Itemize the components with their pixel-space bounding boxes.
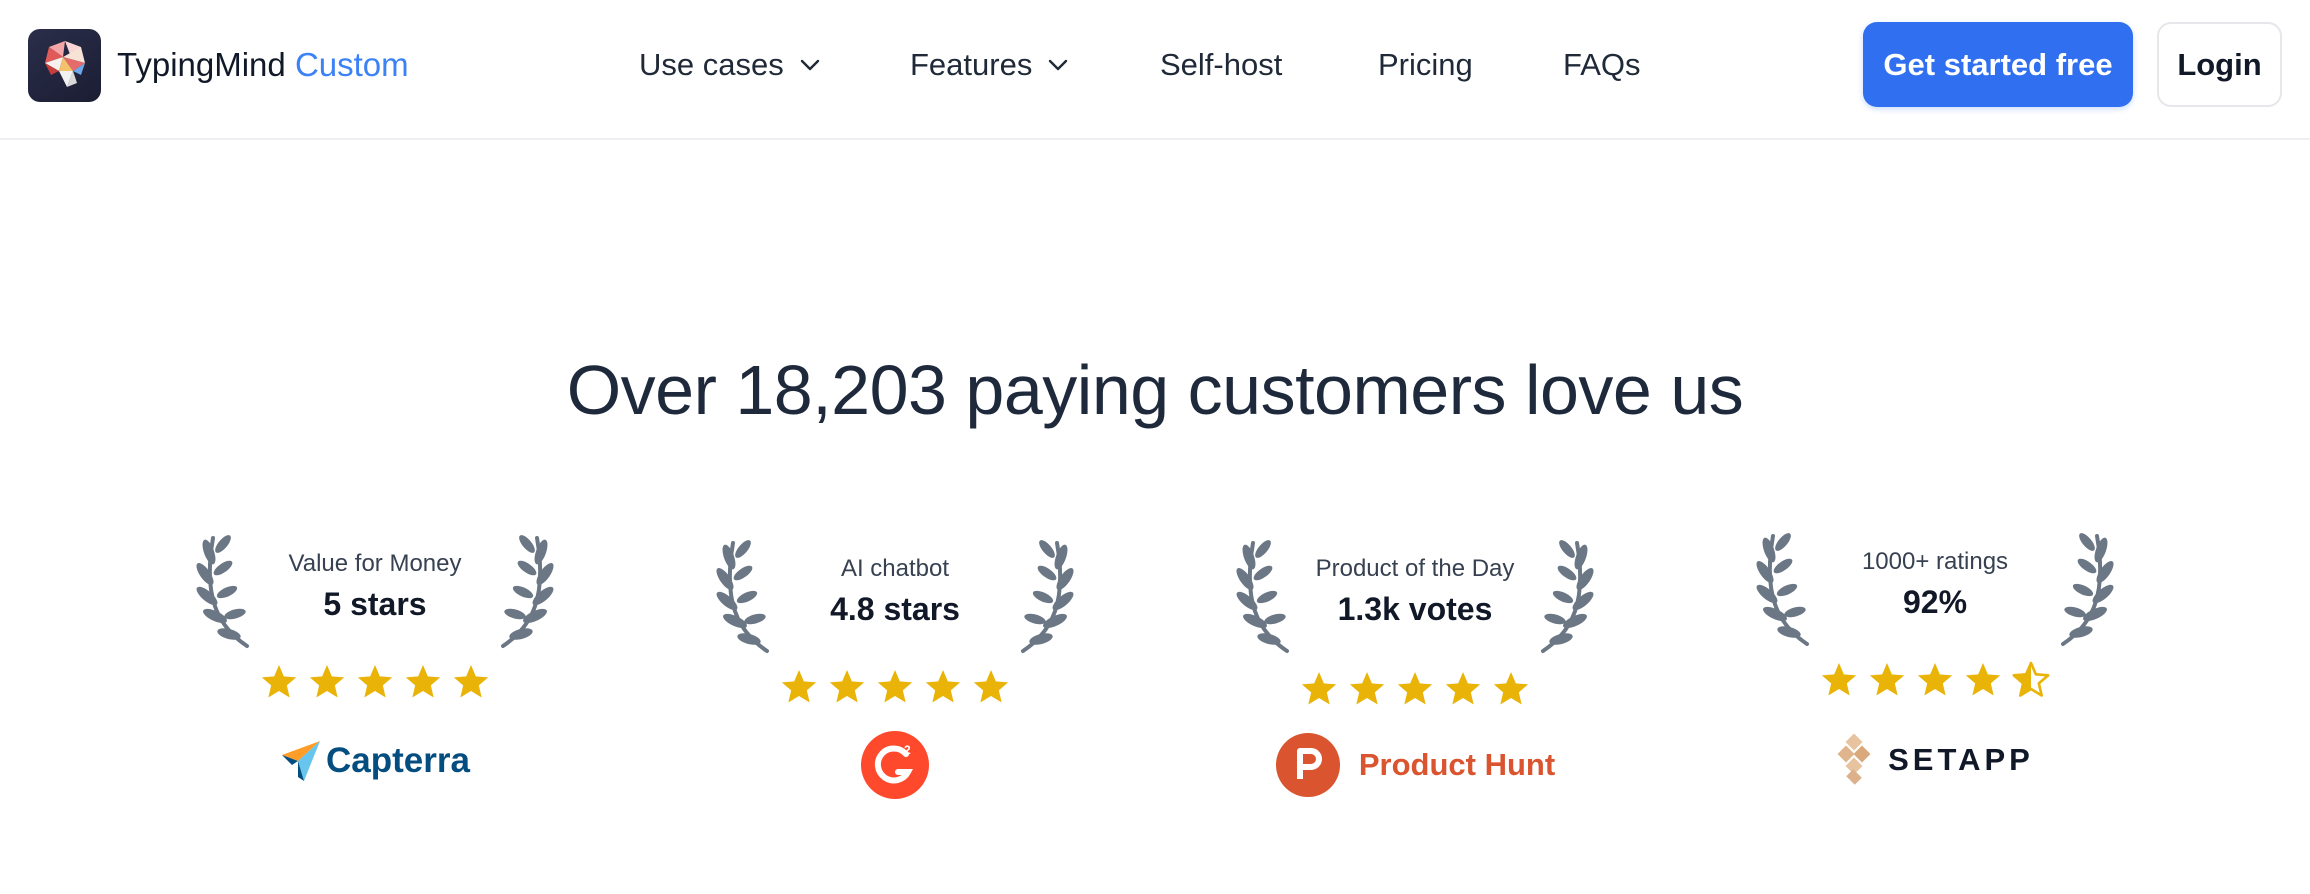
nav-faqs[interactable]: FAQs	[1563, 35, 1641, 95]
star-icon	[259, 662, 299, 702]
star-icon	[1867, 660, 1907, 700]
award-caption: AI chatbot	[840, 555, 950, 582]
award-caption: 1000+ ratings	[1861, 548, 2009, 575]
laurel-right-icon	[1525, 535, 1595, 655]
star-icon	[1819, 660, 1859, 700]
nav-self-host-label: Self-host	[1160, 47, 1283, 82]
nav-pricing[interactable]: Pricing	[1378, 35, 1473, 95]
star-icon	[1915, 660, 1955, 700]
laurel-right-icon	[2045, 528, 2115, 648]
star-icon	[1963, 660, 2003, 700]
top-navigation-bar: TypingMind Custom Use cases Features Sel…	[0, 0, 2310, 140]
login-button[interactable]: Login	[2157, 22, 2282, 107]
award-value: 92%	[1902, 584, 1968, 620]
star-rating	[715, 667, 1075, 707]
product-hunt-logo[interactable]: Product Hunt	[1235, 729, 1595, 801]
laurel-right-icon	[1005, 535, 1075, 655]
award-card-capterra: Value for Money 5 stars Capterra	[195, 530, 555, 810]
award-card-setapp: 1000+ ratings 92% SETAPP	[1755, 528, 2115, 808]
star-rating	[1755, 660, 2115, 700]
star-icon	[1299, 669, 1339, 709]
award-caption: Value for Money	[288, 550, 462, 577]
svg-text:2: 2	[904, 743, 911, 757]
chevron-down-icon	[800, 59, 819, 71]
nav-faqs-label: FAQs	[1563, 47, 1641, 82]
star-icon	[1491, 669, 1531, 709]
award-caption: Product of the Day	[1315, 555, 1515, 582]
nav-use-cases[interactable]: Use cases	[639, 35, 822, 95]
setapp-logo[interactable]: SETAPP	[1755, 730, 2115, 790]
product-hunt-brand-name: Product Hunt	[1358, 747, 1556, 782]
nav-self-host[interactable]: Self-host	[1160, 35, 1282, 95]
star-icon	[779, 667, 819, 707]
award-card-product-hunt: Product of the Day 1.3k votes Product Hu…	[1235, 535, 1595, 815]
star-rating	[1235, 669, 1595, 709]
hero-headline: Over 18,203 paying customers love us	[566, 351, 1744, 429]
star-rating	[195, 662, 555, 702]
capterra-brand-name: Capterra	[326, 741, 470, 780]
star-icon	[451, 662, 491, 702]
get-started-button[interactable]: Get started free	[1863, 22, 2133, 107]
star-icon	[923, 667, 963, 707]
nav-features-label: Features	[910, 47, 1033, 82]
award-value: 5 stars	[323, 586, 427, 622]
star-icon	[403, 662, 443, 702]
award-card-g2: AI chatbot 4.8 stars 2 G2	[715, 535, 1075, 815]
star-icon	[355, 662, 395, 702]
nav-pricing-label: Pricing	[1378, 47, 1473, 82]
star-icon	[971, 667, 1011, 707]
star-icon	[827, 667, 867, 707]
star-icon	[875, 667, 915, 707]
g2-logo[interactable]: 2 G2	[715, 729, 1075, 801]
capterra-logo-icon	[282, 741, 321, 781]
star-icon	[1395, 669, 1435, 709]
star-icon	[1443, 669, 1483, 709]
star-icon	[1347, 669, 1387, 709]
star-icon	[307, 662, 347, 702]
setapp-logo-icon	[1837, 734, 1871, 785]
nav-use-cases-label: Use cases	[639, 47, 784, 82]
page: TypingMind Custom Use cases Features Sel…	[0, 0, 2310, 894]
g2-logo-icon: 2	[861, 731, 929, 799]
award-value: 1.3k votes	[1337, 591, 1493, 627]
laurel-right-icon	[485, 530, 555, 650]
setapp-brand-name: SETAPP	[1888, 742, 2034, 777]
g2-brand-name: G2	[715, 729, 716, 730]
star-half-icon	[2011, 660, 2051, 700]
award-value: 4.8 stars	[830, 591, 960, 627]
nav-features[interactable]: Features	[910, 35, 1070, 95]
capterra-logo[interactable]: Capterra	[195, 736, 555, 786]
product-hunt-logo-icon	[1275, 733, 1340, 797]
chevron-down-icon	[1049, 59, 1068, 71]
